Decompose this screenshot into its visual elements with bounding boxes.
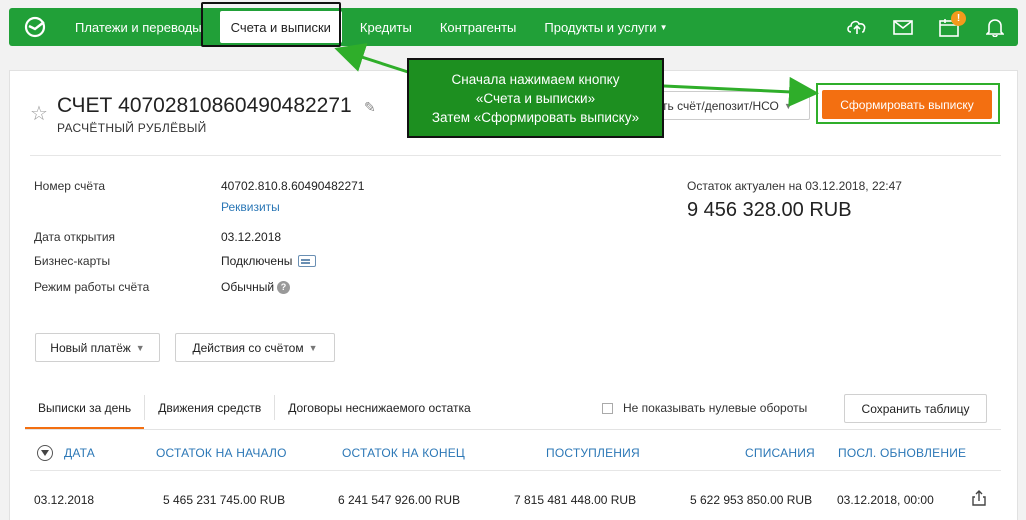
new-payment-label: Новый платёж: [50, 340, 131, 355]
arrow-to-accounts-tab: [334, 43, 409, 74]
balance-amount: 9 456 328.00 RUB: [687, 199, 852, 221]
cell-closing-balance: 6 241 547 926.00 RUB: [338, 493, 461, 507]
callout-line-2: «Счета и выписки»: [475, 90, 596, 106]
export-share-icon[interactable]: [972, 490, 986, 506]
calendar-icon[interactable]: !: [926, 8, 972, 46]
nav-products-services-label: Продукты и услуги: [544, 19, 657, 35]
chevron-down-icon: ▼: [783, 100, 793, 111]
column-header-debits[interactable]: СПИСАНИЯ: [745, 446, 815, 460]
cell-opening-balance: 5 465 231 745.00 RUB: [163, 493, 286, 507]
question-icon[interactable]: ?: [277, 280, 291, 294]
mail-icon[interactable]: [880, 8, 926, 46]
account-mode-label: Режим работы счёта: [34, 280, 150, 294]
tab-minimum-balance-contracts[interactable]: Договоры неснижаемого остатка: [275, 385, 483, 430]
account-actions-button[interactable]: Действия со счётом ▼: [175, 333, 335, 362]
chevron-down-icon: ▼: [308, 342, 318, 353]
account-title: СЧЕТ 40702810860490482271: [57, 94, 352, 117]
bell-icon[interactable]: [972, 8, 1018, 46]
account-mode-status: Обычный ?: [221, 280, 291, 294]
requisites-link[interactable]: Реквизиты: [221, 200, 280, 214]
account-number-label: Номер счёта: [34, 179, 106, 193]
hide-zero-turnover-toggle[interactable]: Не показывать нулевые обороты: [602, 401, 807, 415]
cell-last-update: 03.12.2018, 00:00: [837, 493, 934, 507]
account-number-value: 40702.810.8.60490482271: [221, 179, 365, 193]
nav-counterparties[interactable]: Контрагенты: [426, 8, 531, 46]
pencil-icon[interactable]: ✎: [364, 99, 376, 116]
header-divider: [30, 155, 1001, 156]
save-table-button[interactable]: Сохранить таблицу: [844, 394, 987, 423]
cell-date: 03.12.2018: [34, 493, 95, 507]
business-cards-label: Бизнес-карты: [34, 254, 111, 268]
cell-receipts: 7 815 481 448.00 RUB: [514, 493, 637, 507]
nav-products-services[interactable]: Продукты и услуги ▼: [530, 8, 681, 46]
nav-accounts-statements[interactable]: Счета и выписки: [219, 11, 342, 43]
column-header-receipts[interactable]: ПОСТУПЛЕНИЯ: [546, 446, 640, 460]
notification-badge: !: [951, 11, 966, 26]
account-selector-label: ть счёт/депозит/НСО: [662, 98, 779, 113]
nav-icon-group: !: [834, 8, 1018, 46]
callout-line-1: Сначала нажимаем кнопку: [451, 71, 620, 87]
instruction-callout: Сначала нажимаем кнопку «Счета и выписки…: [407, 58, 664, 138]
column-header-opening-balance[interactable]: ОСТАТОК НА НАЧАЛО: [156, 446, 287, 460]
nav-payments-transfers[interactable]: Платежи и переводы: [67, 8, 216, 46]
balance-timestamp: Остаток актуален на 03.12.2018, 22:47: [687, 179, 902, 193]
account-selector[interactable]: ть счёт/депозит/НСО ▼: [655, 91, 810, 120]
tabs-underline: [25, 429, 1001, 430]
star-icon[interactable]: ☆: [30, 101, 48, 126]
hide-zero-turnover-label: Не показывать нулевые обороты: [623, 401, 808, 415]
generate-statement-button[interactable]: Сформировать выписку: [822, 90, 992, 119]
column-header-date[interactable]: ДАТА: [64, 446, 95, 460]
hide-zero-turnover-checkbox[interactable]: [602, 402, 613, 414]
open-date-value: 03.12.2018: [221, 230, 282, 244]
account-subtitle: РАСЧЁТНЫЙ РУБЛЁВЫЙ: [57, 121, 207, 135]
business-cards-value: Подключены: [221, 254, 293, 268]
callout-line-3: Затем «Сформировать выписку»: [431, 109, 640, 125]
tab-cash-flow[interactable]: Движения средств: [145, 385, 274, 430]
account-actions-label: Действия со счётом: [192, 340, 304, 355]
business-card-icon[interactable]: [298, 255, 317, 267]
table-header-divider: [30, 470, 1001, 471]
open-date-label: Дата открытия: [34, 230, 116, 244]
cloud-upload-icon[interactable]: [834, 8, 880, 46]
column-header-last-update[interactable]: ПОСЛ. ОБНОВЛЕНИЕ: [838, 446, 966, 460]
statement-tabs: Выписки за день Движения средств Договор…: [25, 385, 484, 430]
business-cards-status: Подключены: [221, 254, 317, 268]
sberbank-logo-icon[interactable]: [23, 15, 47, 39]
account-mode-value: Обычный: [221, 280, 275, 294]
tab-daily-statements[interactable]: Выписки за день: [25, 385, 145, 430]
new-payment-button[interactable]: Новый платёж ▼: [35, 333, 160, 362]
sort-toggle-icon[interactable]: [37, 445, 53, 461]
top-navigation-bar: Платежи и переводы Счета и выписки Креди…: [9, 8, 1018, 46]
nav-credits[interactable]: Кредиты: [346, 8, 426, 46]
cell-debits: 5 622 953 850.00 RUB: [690, 493, 813, 507]
chevron-down-icon: ▼: [659, 22, 668, 32]
chevron-down-icon: ▼: [135, 342, 145, 353]
column-header-closing-balance[interactable]: ОСТАТОК НА КОНЕЦ: [342, 446, 465, 460]
